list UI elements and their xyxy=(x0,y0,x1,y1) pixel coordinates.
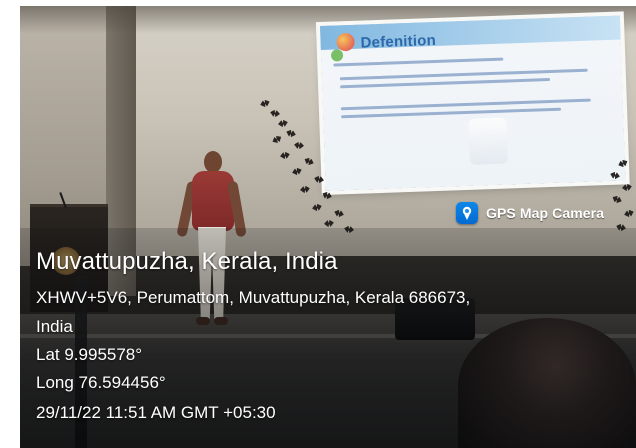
gps-map-camera-badge: GPS Map Camera xyxy=(456,199,604,227)
address-line-1: XHWV+5V6, Perumattom, Muvattupuzha, Kera… xyxy=(36,288,471,307)
location-details: Muvattupuzha, Kerala, India XHWV+5V6, Pe… xyxy=(36,246,606,427)
address-line-2: India xyxy=(36,317,73,336)
slide-text-line xyxy=(339,68,588,81)
butterfly-icon xyxy=(621,183,632,192)
butterfly-icon xyxy=(611,194,623,204)
slide-text-line xyxy=(341,107,562,119)
longitude-text: Long 76.594456° xyxy=(36,373,166,392)
butterfly-icon xyxy=(279,151,290,160)
butterfly-icon xyxy=(277,119,288,128)
slide-title: Defenition xyxy=(360,31,437,52)
gps-map-camera-icon xyxy=(456,202,478,224)
timestamp-text: 29/11/22 11:51 AM GMT +05:30 xyxy=(36,403,276,422)
butterfly-icon xyxy=(313,175,324,184)
butterfly-icon xyxy=(271,134,283,145)
butterfly-wall-art xyxy=(252,100,372,240)
gps-map-camera-label: GPS Map Camera xyxy=(486,205,605,221)
slide-text-line xyxy=(333,57,504,67)
butterfly-icon xyxy=(623,209,635,219)
latitude-text: Lat 9.995578° xyxy=(36,345,143,364)
location-title: Muvattupuzha, Kerala, India xyxy=(36,248,338,275)
butterfly-icon xyxy=(333,209,345,219)
butterfly-icon xyxy=(291,167,303,177)
butterfly-icon xyxy=(294,141,305,149)
photo-frame: Defenition GPS Map Camera Muvattupuzha, … xyxy=(0,0,636,448)
slide-figure xyxy=(468,117,508,165)
butterfly-icon xyxy=(617,158,629,169)
butterfly-icon xyxy=(303,156,315,166)
butterfly-icon xyxy=(609,171,620,180)
butterfly-icon xyxy=(311,203,322,212)
slide-leaf-icon xyxy=(330,49,344,62)
butterfly-icon xyxy=(299,185,310,194)
person-shirt xyxy=(192,171,234,231)
slide-text-line xyxy=(340,78,551,89)
butterfly-icon xyxy=(259,99,271,109)
person-head xyxy=(204,151,222,173)
butterfly-icon xyxy=(324,219,335,227)
butterfly-icon xyxy=(285,129,297,139)
left-border xyxy=(0,0,20,448)
butterfly-icon xyxy=(321,191,333,201)
butterfly-icon xyxy=(269,109,280,118)
